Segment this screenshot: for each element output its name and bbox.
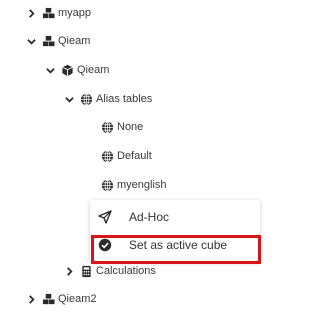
- tree-node-label: Qieam2: [58, 293, 97, 305]
- tree-node-myapp[interactable]: myapp: [26, 3, 91, 23]
- chevron-down-icon[interactable]: [64, 94, 74, 104]
- chevron-right-icon[interactable]: [26, 294, 36, 304]
- globe-icon: [80, 93, 93, 106]
- tree-node-alias-tables[interactable]: Alias tables: [64, 89, 152, 109]
- cubes-icon: [42, 7, 55, 20]
- cubes-icon: [42, 35, 55, 48]
- chevron-right-icon[interactable]: [64, 266, 74, 276]
- tree-node-label: Default: [117, 150, 152, 162]
- chevron-down-icon[interactable]: [45, 65, 55, 75]
- tree-node-alias-none[interactable]: None: [101, 117, 143, 137]
- tree-node-label: myenglish: [117, 179, 167, 191]
- tree-node-calculations[interactable]: Calculations: [64, 261, 156, 281]
- calculator-icon: [80, 265, 93, 278]
- cube-icon: [61, 64, 74, 77]
- tree-node-alias-myenglish[interactable]: myenglish: [101, 175, 167, 195]
- tree-node-qieam2[interactable]: Qieam2: [26, 289, 97, 309]
- tree-node-label: Alias tables: [96, 93, 153, 105]
- chevron-down-icon[interactable]: [26, 36, 36, 46]
- tree-node-label: Calculations: [96, 265, 156, 277]
- tree-node-qieam-cube[interactable]: Qieam: [45, 60, 109, 80]
- tree-node-label: myapp: [58, 7, 92, 19]
- globe-icon: [101, 121, 114, 134]
- globe-icon: [101, 150, 114, 163]
- tree-node-qieam[interactable]: Qieam: [26, 31, 90, 51]
- menu-item-ad-hoc[interactable]: Ad-Hoc: [90, 203, 260, 231]
- tree-node-alias-default[interactable]: Default: [101, 146, 152, 166]
- tree-node-label: None: [117, 121, 144, 133]
- tree-node-label: Qieam: [77, 64, 110, 76]
- menu-item-label: Ad-Hoc: [129, 210, 170, 224]
- cubes-icon: [42, 293, 55, 306]
- highlight-box: [91, 235, 261, 264]
- globe-icon: [101, 179, 114, 192]
- tree-node-label: Qieam: [58, 35, 91, 47]
- chevron-right-icon[interactable]: [26, 8, 36, 18]
- send-icon: [98, 210, 112, 224]
